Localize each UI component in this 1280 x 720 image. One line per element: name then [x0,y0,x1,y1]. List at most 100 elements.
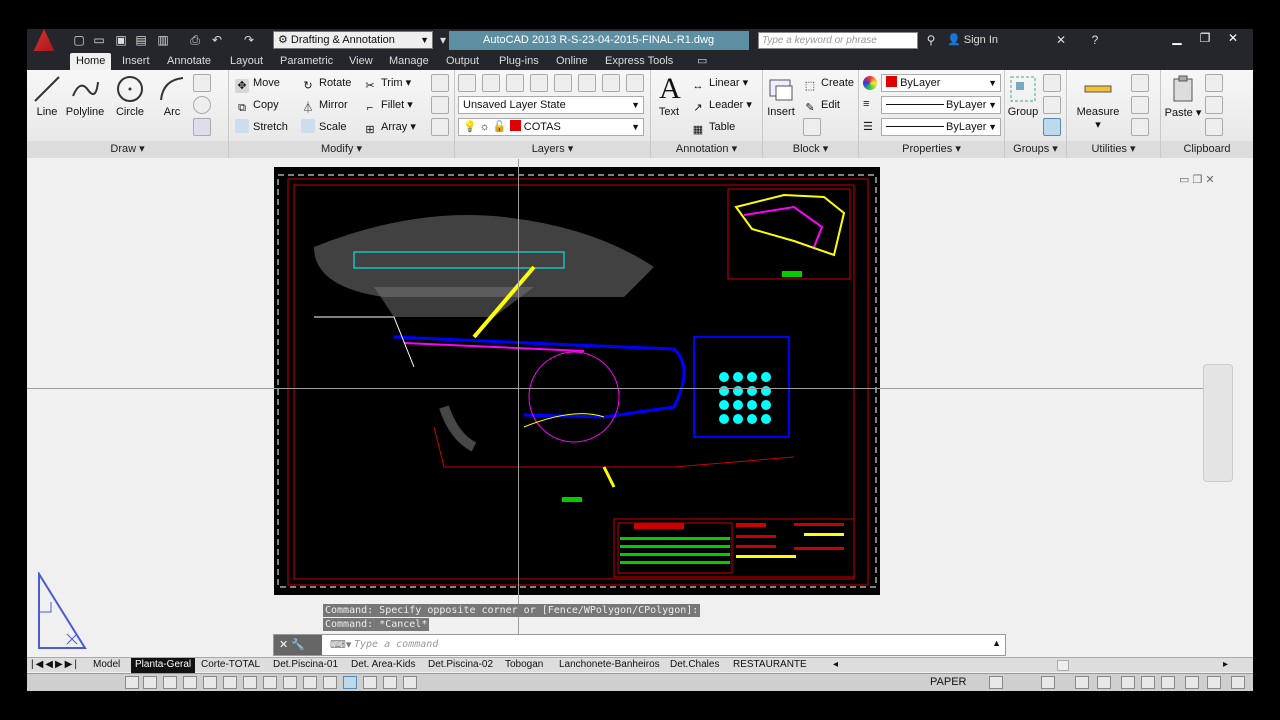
scale-button[interactable]: Scale [301,118,347,136]
lineweight-toggle-icon[interactable] [323,676,337,689]
layer-state-dropdown[interactable]: Unsaved Layer State ▼ [458,96,644,114]
viewport-restore-icon[interactable]: ❐ [1192,174,1202,186]
tab-layout[interactable]: Layout [224,53,269,70]
lineweight-dropdown[interactable]: ByLayer ▼ [881,96,1001,114]
save-icon[interactable]: ▣ [113,32,129,48]
layout-nav-icon[interactable]: |◀◀▶▶| [31,658,79,673]
insert-block-button[interactable]: Insert [765,74,797,118]
tab-manage[interactable]: Manage [383,53,435,70]
layers-panel-title[interactable]: Layers ▾ [455,141,650,158]
clean-screen-icon[interactable] [1231,676,1245,689]
layer-previous-icon[interactable] [602,74,620,92]
lightbulb-status-icon[interactable] [1207,676,1221,689]
leader-button[interactable]: ↗ Leader ▾ [691,96,751,114]
trim-button[interactable]: ✂ Trim ▾ [363,74,411,92]
hardware-acceleration-icon[interactable] [1161,676,1175,689]
close-button[interactable]: ✕ [1219,31,1247,45]
tab-online[interactable]: Online [550,53,594,70]
snap-mode-icon[interactable] [143,676,157,689]
dynamic-ucs-icon[interactable] [283,676,297,689]
modify-panel-title[interactable]: Modify ▾ [229,141,454,158]
new-icon[interactable]: ▢ [71,32,87,48]
groups-panel-title[interactable]: Groups ▾ [1005,141,1066,158]
move-button[interactable]: ✥ Move [235,74,280,93]
layout-tab-det-piscina-01[interactable]: Det.Piscina-01 [273,658,338,673]
array-button[interactable]: ⊞ Array ▾ [363,118,415,136]
workspace-dropdown[interactable]: ⚙ Drafting & Annotation ▼ [273,31,433,49]
edit-block-button[interactable]: ✎ Edit [803,96,840,114]
linear-dimension-button[interactable]: ↔ Linear ▾ [691,74,749,92]
layer-freeze-icon[interactable] [530,74,548,92]
object-snap-tracking-icon[interactable] [263,676,277,689]
drawing-area[interactable]: ▭ ❐ ✕ [27,159,1253,649]
table-button[interactable]: ▦ Table [691,118,736,136]
tab-output[interactable]: Output [440,53,485,70]
annotation-panel-title[interactable]: Annotation ▾ [651,141,762,158]
quick-properties-icon[interactable] [363,676,377,689]
offset-icon[interactable] [431,118,449,136]
group-selection-icon[interactable] [1043,118,1061,136]
layer-isolate-icon[interactable] [506,74,524,92]
copy-clip-icon[interactable] [1205,96,1223,114]
customize-icon[interactable]: 🔧 [291,639,305,651]
polar-tracking-icon[interactable] [203,676,217,689]
paper-sheet[interactable] [274,167,880,595]
calculator-icon[interactable] [1131,118,1149,136]
tab-annotate[interactable]: Annotate [161,53,217,70]
object-snap-icon[interactable] [223,676,237,689]
viewport-close-icon[interactable]: ✕ [1205,174,1214,186]
paste-button[interactable]: Paste ▾ [1163,74,1203,119]
ortho-mode-icon[interactable] [183,676,197,689]
arc-button[interactable]: Arc [155,74,189,118]
plot-icon[interactable]: ⎙ [187,32,203,48]
help-search-input[interactable]: Type a keyword or phrase [758,32,918,49]
command-history-toggle-icon[interactable]: ▲ [992,638,1001,648]
group-edit-icon[interactable] [1043,96,1061,114]
line-button[interactable]: Line [31,74,63,118]
layer-off-icon[interactable] [482,74,500,92]
cut-icon[interactable] [1205,74,1223,92]
annotation-visibility-icon[interactable] [1097,676,1111,689]
sign-in-button[interactable]: 👤 Sign In [947,33,998,46]
open-icon[interactable]: ▭ [91,32,107,48]
tab-insert[interactable]: Insert [116,53,156,70]
layout-tab-det-piscina-02[interactable]: Det.Piscina-02 [428,658,493,673]
tab-plug-ins[interactable]: Plug-ins [493,53,545,70]
plot-preview-icon[interactable]: ▥ [155,32,171,48]
layout-tab-planta-geral[interactable]: Planta-Geral [131,658,196,673]
text-button[interactable]: A Text [655,74,683,119]
save-as-icon[interactable]: ▤ [133,32,149,48]
ungroup-icon[interactable] [1043,74,1061,92]
paper-space-toggle[interactable]: PAPER [930,676,966,688]
explode-icon[interactable] [431,96,449,114]
vertical-scrollbar[interactable] [1237,165,1249,625]
selection-cycling-icon[interactable] [383,676,397,689]
tab-express-tools[interactable]: Express Tools [599,53,679,70]
3d-object-snap-icon[interactable] [243,676,257,689]
horizontal-scroll-thumb[interactable] [1057,660,1069,671]
annotation-scale-icon[interactable] [1075,676,1089,689]
create-block-button[interactable]: ⬚ Create [803,74,854,92]
annotation-monitor-icon[interactable] [403,676,417,689]
block-attribute-icon[interactable] [803,118,821,136]
tab-home[interactable]: Home [70,53,112,70]
help-icon[interactable]: ? [1087,32,1103,48]
layer-lock-icon[interactable] [554,74,572,92]
close-command-icon[interactable]: ✕ [279,639,288,651]
transparency-icon[interactable] [343,676,357,689]
properties-panel-title[interactable]: Properties ▾ [859,141,1004,158]
tab-view[interactable]: View [343,53,379,70]
erase-icon[interactable] [431,74,449,92]
layout-tab-tobogan[interactable]: Tobogan [505,658,543,673]
undo-icon[interactable]: ↶ [209,32,225,48]
command-line[interactable]: ✕ 🔧 ⌨▾ Type a command ▲ [273,634,1006,656]
horizontal-scroll-right-icon[interactable]: ▸ [1223,658,1228,673]
quick-view-layouts-icon[interactable] [1041,676,1055,689]
redo-icon[interactable]: ↷ [241,32,257,48]
viewport-minimize-icon[interactable]: ▭ [1179,174,1189,186]
rectangle-icon[interactable] [193,74,211,92]
circle-button[interactable]: Circle [113,74,147,118]
navigation-bar[interactable] [1203,364,1233,482]
mirror-button[interactable]: ⏃ Mirror [301,96,348,114]
tab-parametric[interactable]: Parametric [274,53,339,70]
